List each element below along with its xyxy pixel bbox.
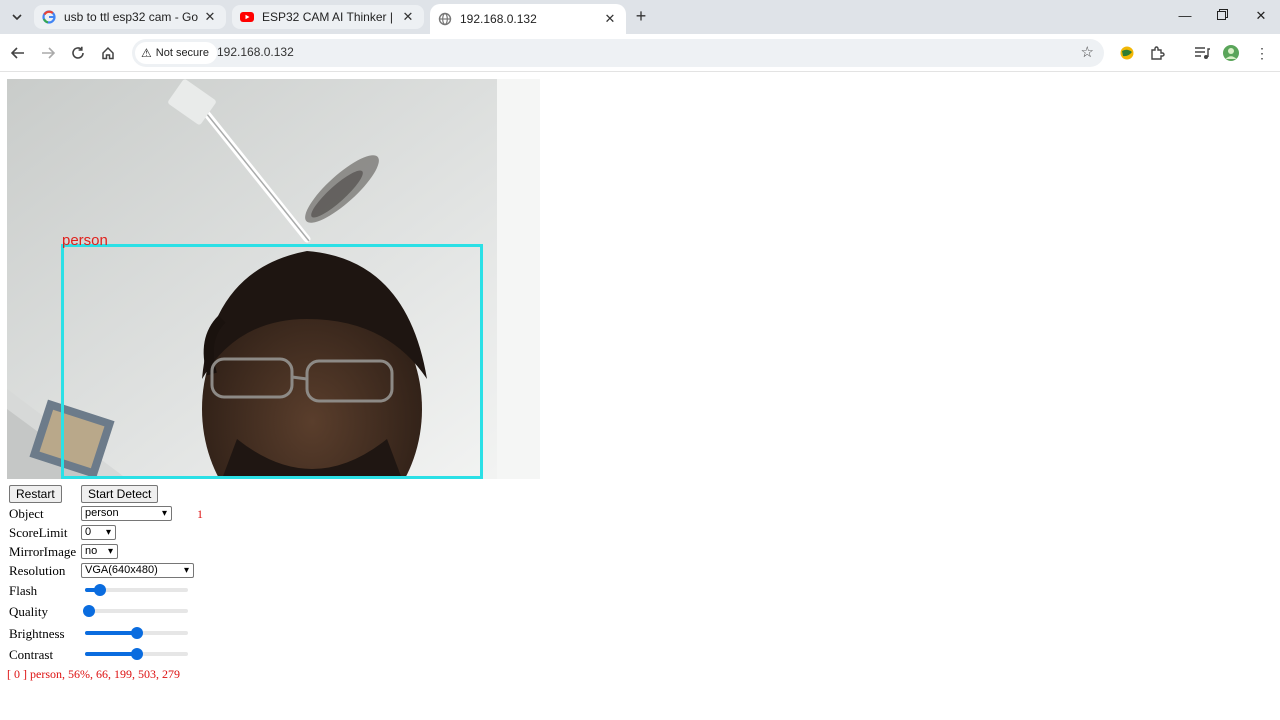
camera-frame-image: person <box>7 79 540 479</box>
brightness-slider[interactable] <box>83 625 190 641</box>
object-count: 1 <box>197 507 203 521</box>
chevron-down-icon: ▾ <box>161 508 167 519</box>
address-bar[interactable]: ⚠ Not secure 192.168.0.132 ☆ <box>132 39 1104 67</box>
slider-thumb[interactable] <box>83 605 95 617</box>
home-icon[interactable] <box>98 43 118 63</box>
tab-youtube-video[interactable]: ESP32 CAM AI Thinker | Object ✕ <box>232 5 424 29</box>
extensions-puzzle-icon[interactable] <box>1147 43 1167 63</box>
resolution-select-value: VGA(640x480) <box>85 564 158 576</box>
brightness-label: Brightness <box>9 626 65 641</box>
object-select-value: person <box>85 507 119 519</box>
warning-icon: ⚠ <box>141 46 152 60</box>
more-menu-icon[interactable]: ⋮ <box>1252 43 1272 63</box>
back-arrow-icon[interactable] <box>8 43 28 63</box>
globe-icon <box>438 12 452 26</box>
restore-icon[interactable] <box>1214 8 1230 23</box>
profile-avatar-icon[interactable] <box>1221 43 1241 63</box>
detection-result-text: [ 0 ] person, 56%, 66, 199, 503, 279 <box>7 667 180 681</box>
site-security-chip[interactable]: ⚠ Not secure <box>135 42 217 64</box>
url-text[interactable]: 192.168.0.132 <box>217 45 294 59</box>
detection-label: person <box>62 232 108 249</box>
tab-title: 192.168.0.132 <box>460 12 537 26</box>
tab-title: ESP32 CAM AI Thinker | Object <box>262 10 396 24</box>
window-close-icon[interactable]: ✕ <box>1253 8 1269 24</box>
start-detect-button[interactable]: Start Detect <box>81 485 159 503</box>
resolution-label: Resolution <box>9 563 66 578</box>
resolution-select[interactable]: VGA(640x480) ▾ <box>81 563 194 578</box>
security-label: Not secure <box>155 47 209 59</box>
bookmark-star-icon[interactable]: ☆ <box>1081 43 1094 61</box>
chevron-down-icon: ▾ <box>107 546 113 557</box>
mirrorimage-select-value: no <box>85 545 98 557</box>
camera-stream: person <box>7 79 540 479</box>
minimize-icon[interactable]: — <box>1177 8 1193 23</box>
forward-arrow-icon[interactable] <box>38 43 58 63</box>
tab-title: usb to ttl esp32 cam - Google S <box>64 10 198 24</box>
chevron-down-icon: ▾ <box>105 527 111 538</box>
mirrorimage-label: MirrorImage <box>9 544 77 559</box>
tab-esp32-page[interactable]: 192.168.0.132 ✕ <box>430 4 626 34</box>
object-label: Object <box>9 506 44 521</box>
tab-close-icon[interactable]: ✕ <box>400 9 416 25</box>
google-icon <box>42 10 56 24</box>
tab-strip: usb to ttl esp32 cam - Google S ✕ ESP32 … <box>0 0 1280 34</box>
browser-toolbar: ⚠ Not secure 192.168.0.132 ☆ ⋮ <box>0 34 1280 72</box>
slider-thumb[interactable] <box>130 648 143 660</box>
youtube-icon <box>240 10 254 24</box>
scorelimit-select-value: 0 <box>85 526 92 538</box>
slider-thumb[interactable] <box>130 627 143 639</box>
flash-label: Flash <box>9 583 38 598</box>
contrast-slider[interactable] <box>83 646 190 662</box>
scorelimit-select[interactable]: 0 ▾ <box>81 525 116 540</box>
restart-button[interactable]: Restart <box>9 485 62 503</box>
tab-search-chevron-icon[interactable] <box>6 7 28 27</box>
scorelimit-label: ScoreLimit <box>9 525 68 540</box>
media-queue-icon[interactable] <box>1192 43 1212 63</box>
object-select[interactable]: person ▾ <box>81 506 172 521</box>
flash-slider[interactable] <box>83 582 190 598</box>
quality-slider[interactable] <box>83 603 190 619</box>
tab-close-icon[interactable]: ✕ <box>202 9 218 25</box>
slider-thumb[interactable] <box>94 584 107 596</box>
tab-google-search[interactable]: usb to ttl esp32 cam - Google S ✕ <box>34 5 226 29</box>
reload-icon[interactable] <box>68 43 88 63</box>
new-tab-plus-icon[interactable]: + <box>631 7 651 27</box>
extension-globe-icon[interactable] <box>1117 43 1137 63</box>
mirrorimage-select[interactable]: no ▾ <box>81 544 118 559</box>
chevron-down-icon: ▾ <box>183 565 189 576</box>
contrast-label: Contrast <box>9 647 54 662</box>
quality-label: Quality <box>9 604 48 619</box>
tab-close-icon[interactable]: ✕ <box>602 11 618 27</box>
